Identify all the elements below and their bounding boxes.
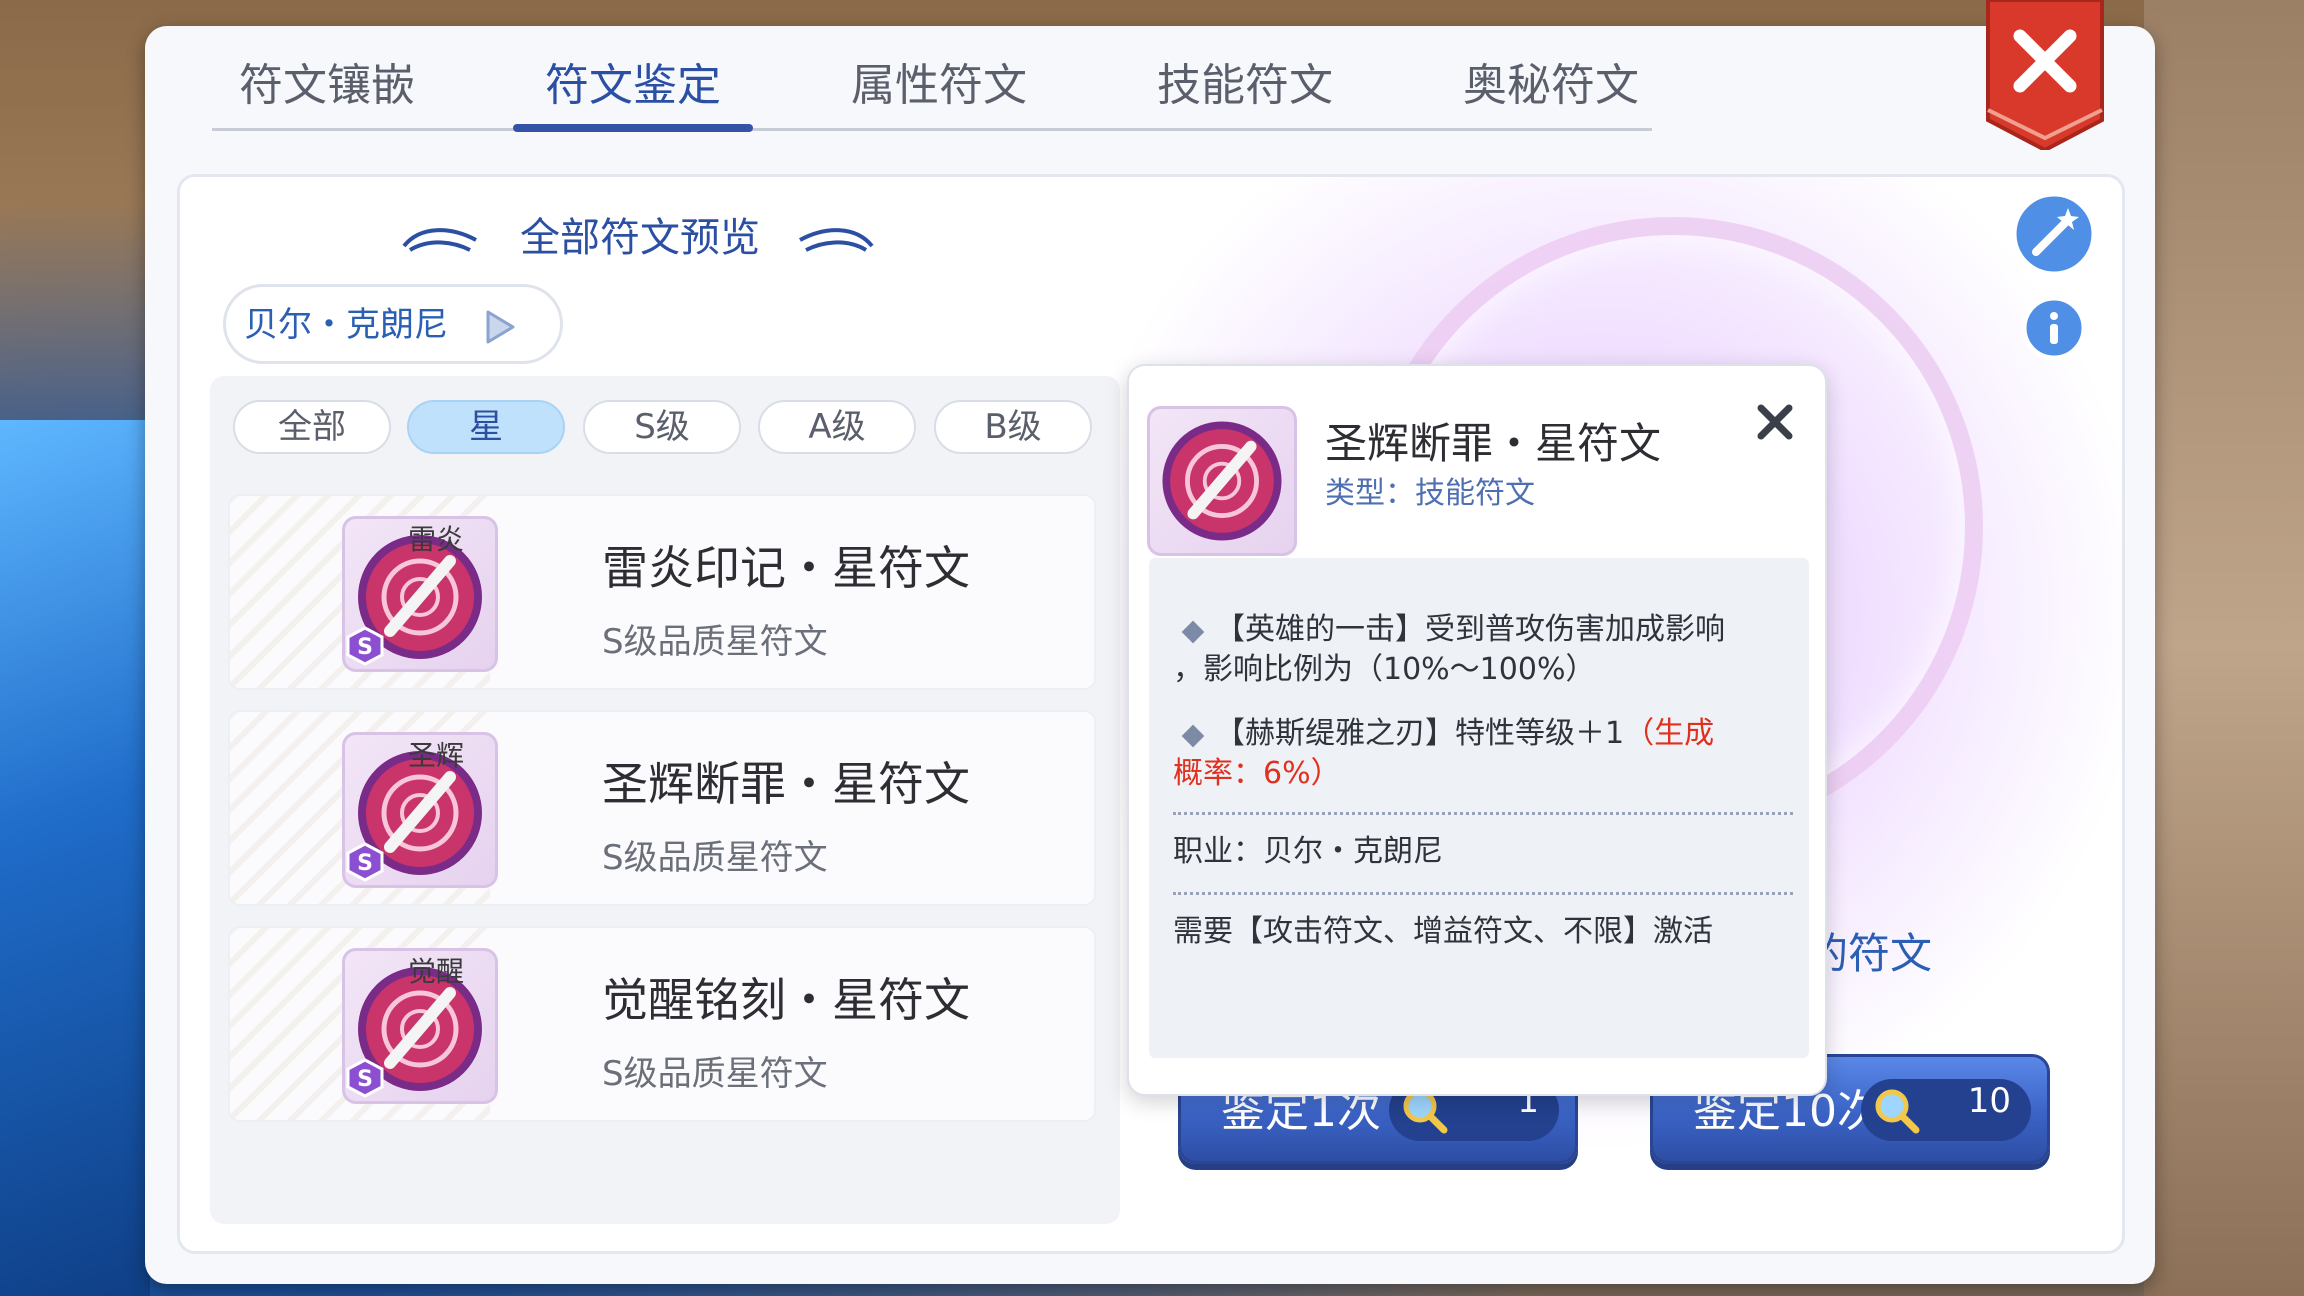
background-scene xyxy=(2144,0,2304,1296)
rune-name: 圣辉断罪・星符文 xyxy=(602,757,970,811)
filter-b-rank[interactable]: B级 xyxy=(934,400,1092,454)
info-icon xyxy=(2021,295,2087,361)
rune-list-item[interactable]: 觉醒 S 觉醒铭刻・星符文 S级品质星符文 xyxy=(228,926,1096,1122)
tab-arcane-rune[interactable]: 奥秘符文 xyxy=(1436,50,1666,134)
magic-wand-button[interactable] xyxy=(2010,190,2098,278)
effect-line-1-cont: ，影响比例为（10%～100%） xyxy=(1173,652,1596,687)
background-ice xyxy=(0,420,150,1296)
s-rank-badge-icon: S xyxy=(346,1058,384,1098)
magnifier-icon xyxy=(1875,1089,1920,1134)
rune-tag: 圣辉 xyxy=(408,739,465,772)
close-button[interactable] xyxy=(1984,0,2106,153)
s-rank-badge-icon: S xyxy=(346,842,384,882)
tooltip-type: 类型：技能符文 xyxy=(1325,476,1535,511)
tab-rune-identify[interactable]: 符文鉴定 xyxy=(518,50,748,134)
svg-text:S: S xyxy=(357,1067,373,1092)
filter-all[interactable]: 全部 xyxy=(233,400,391,454)
tooltip-rune-icon-frame xyxy=(1147,406,1297,556)
effect-line-2-text: 【赫斯缇雅之刃】特性等级＋1 xyxy=(1215,716,1625,751)
rune-list-item[interactable]: 圣辉 S 圣辉断罪・星符文 S级品质星符文 xyxy=(228,710,1096,906)
rune-name: 雷炎印记・星符文 xyxy=(602,541,970,595)
preview-title: 全部符文预览 xyxy=(520,215,760,261)
rune-quality: S级品质星符文 xyxy=(602,622,828,662)
magic-wand-icon xyxy=(2011,191,2097,277)
tab-bar: 符文镶嵌 符文鉴定 属性符文 技能符文 奥秘符文 xyxy=(212,50,1652,134)
rune-quality: S级品质星符文 xyxy=(602,1054,828,1094)
divider xyxy=(1173,892,1793,895)
play-icon xyxy=(486,310,515,344)
close-icon[interactable] xyxy=(1749,396,1801,448)
character-selector[interactable]: 贝尔・克朗尼 xyxy=(223,284,563,364)
info-button[interactable] xyxy=(2010,284,2098,372)
effect-line-2-chance-cont: 概率：6%） xyxy=(1173,756,1341,791)
rune-name: 觉醒铭刻・星符文 xyxy=(602,973,970,1027)
rune-list-item[interactable]: 雷炎 S 雷炎印记・星符文 S级品质星符文 xyxy=(228,494,1096,690)
job-line: 职业：贝尔・克朗尼 xyxy=(1173,834,1443,869)
svg-text:S: S xyxy=(357,851,373,876)
character-name: 贝尔・克朗尼 xyxy=(244,305,448,345)
filter-star[interactable]: 星 xyxy=(407,400,565,454)
s-rank-badge-icon: S xyxy=(346,626,384,666)
divider xyxy=(1173,812,1793,815)
close-icon xyxy=(1986,0,2104,153)
rune-tag: 觉醒 xyxy=(408,955,465,988)
rune-quality: S级品质星符文 xyxy=(602,838,828,878)
identify-ten-cost: 10 xyxy=(1967,1081,2011,1121)
effect-line-2: 【赫斯缇雅之刃】特性等级＋1（生成 xyxy=(1215,714,1714,754)
svg-text:S: S xyxy=(357,635,373,660)
tooltip-title: 圣辉断罪・星符文 xyxy=(1325,419,1662,468)
rune-icon xyxy=(1162,421,1282,541)
filter-a-rank[interactable]: A级 xyxy=(758,400,916,454)
right-flourish-icon xyxy=(799,228,874,252)
tab-attribute-rune[interactable]: 属性符文 xyxy=(824,50,1054,134)
effect-line-2-chance: （生成 xyxy=(1624,716,1715,751)
rune-tag: 雷炎 xyxy=(408,523,465,556)
tab-skill-rune[interactable]: 技能符文 xyxy=(1130,50,1360,134)
left-flourish-icon xyxy=(402,228,477,252)
effect-line-1: 【英雄的一击】受到普攻伤害加成影响 xyxy=(1215,612,1725,647)
filter-s-rank[interactable]: S级 xyxy=(583,400,741,454)
tab-rune-inlay[interactable]: 符文镶嵌 xyxy=(212,50,442,134)
active-tab-indicator xyxy=(513,124,753,132)
rune-detail-tooltip: 圣辉断罪・星符文 类型：技能符文 【英雄的一击】受到普攻伤害加成影响 ，影响比例… xyxy=(1127,364,1827,1096)
requirement-line: 需要【攻击符文、增益符文、不限】激活 xyxy=(1173,914,1713,949)
